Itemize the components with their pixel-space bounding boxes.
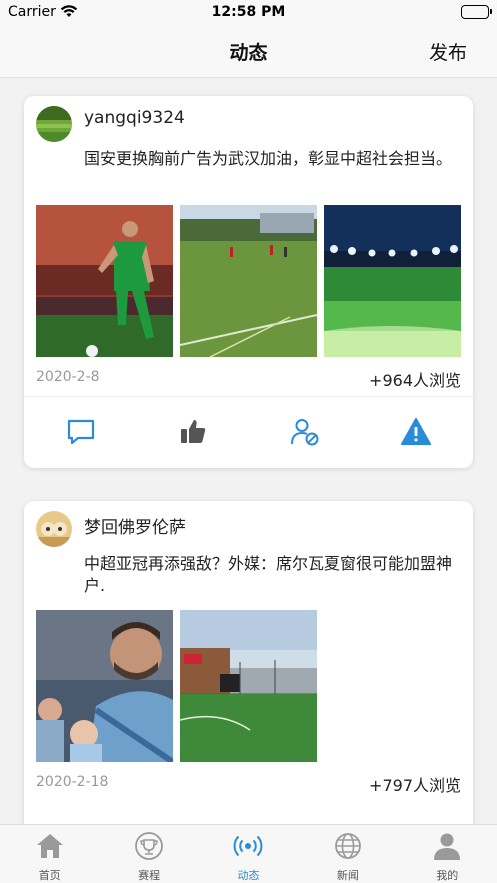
tab-label: 我的 bbox=[436, 869, 459, 882]
post-actions bbox=[24, 396, 473, 468]
post-username[interactable]: yangqi9324 bbox=[84, 108, 185, 128]
home-icon bbox=[35, 831, 65, 861]
avatar[interactable] bbox=[36, 106, 72, 142]
tab-bar: 首页 赛程 动态 新闻 我的 bbox=[0, 824, 497, 883]
tab-feed[interactable]: 动态 bbox=[199, 825, 298, 883]
post-image[interactable] bbox=[36, 205, 173, 357]
post-text: 中超亚冠再添强敌？外媒：席尔瓦夏窗很可能加盟神户. bbox=[84, 554, 453, 595]
tab-profile[interactable]: 我的 bbox=[398, 825, 497, 883]
post-images bbox=[36, 610, 461, 762]
feed-list[interactable]: yangqi9324 国安更换胸前广告为武汉加油，彰显中超社会担当。 2020-… bbox=[0, 78, 497, 824]
post-username[interactable]: 梦回佛罗伦萨 bbox=[84, 513, 186, 538]
tab-label: 动态 bbox=[237, 869, 260, 882]
page-title: 动态 bbox=[229, 42, 268, 64]
post-image[interactable] bbox=[324, 205, 461, 357]
status-bar: Carrier 12:58 PM bbox=[0, 0, 497, 26]
battery-icon bbox=[461, 5, 492, 19]
tab-news[interactable]: 新闻 bbox=[298, 825, 397, 883]
post-image[interactable] bbox=[180, 610, 317, 762]
post-image[interactable] bbox=[36, 610, 173, 762]
post-images bbox=[36, 205, 461, 357]
post-card: 梦回佛罗伦萨 中超亚冠再添强敌？外媒：席尔瓦夏窗很可能加盟神户. 2020-2-… bbox=[24, 501, 473, 824]
tab-schedule[interactable]: 赛程 bbox=[99, 825, 198, 883]
view-count: +964人浏览 bbox=[369, 371, 461, 390]
nav-bar: 动态 发布 bbox=[0, 26, 497, 78]
clock: 12:58 PM bbox=[211, 4, 286, 20]
tab-label: 新闻 bbox=[336, 869, 359, 882]
broadcast-icon bbox=[233, 831, 263, 861]
post-image[interactable] bbox=[180, 205, 317, 357]
trophy-icon bbox=[134, 831, 164, 861]
post-date: 2020-2-18 bbox=[36, 774, 109, 790]
user-icon bbox=[432, 831, 462, 861]
thumbs-up-icon[interactable] bbox=[178, 417, 208, 447]
tab-label: 首页 bbox=[38, 869, 61, 882]
post-date: 2020-2-8 bbox=[36, 369, 100, 385]
tab-label: 赛程 bbox=[138, 869, 161, 882]
publish-button[interactable]: 发布 bbox=[429, 38, 467, 65]
block-user-icon[interactable] bbox=[290, 417, 320, 447]
post-card: yangqi9324 国安更换胸前广告为武汉加油，彰显中超社会担当。 2020-… bbox=[24, 96, 473, 468]
post-text: 国安更换胸前广告为武汉加油，彰显中超社会担当。 bbox=[84, 149, 453, 168]
tab-home[interactable]: 首页 bbox=[0, 825, 99, 883]
globe-icon bbox=[333, 831, 363, 861]
view-count: +797人浏览 bbox=[369, 776, 461, 795]
comment-icon[interactable] bbox=[66, 417, 96, 447]
avatar[interactable] bbox=[36, 511, 72, 547]
warning-icon[interactable] bbox=[401, 417, 431, 447]
